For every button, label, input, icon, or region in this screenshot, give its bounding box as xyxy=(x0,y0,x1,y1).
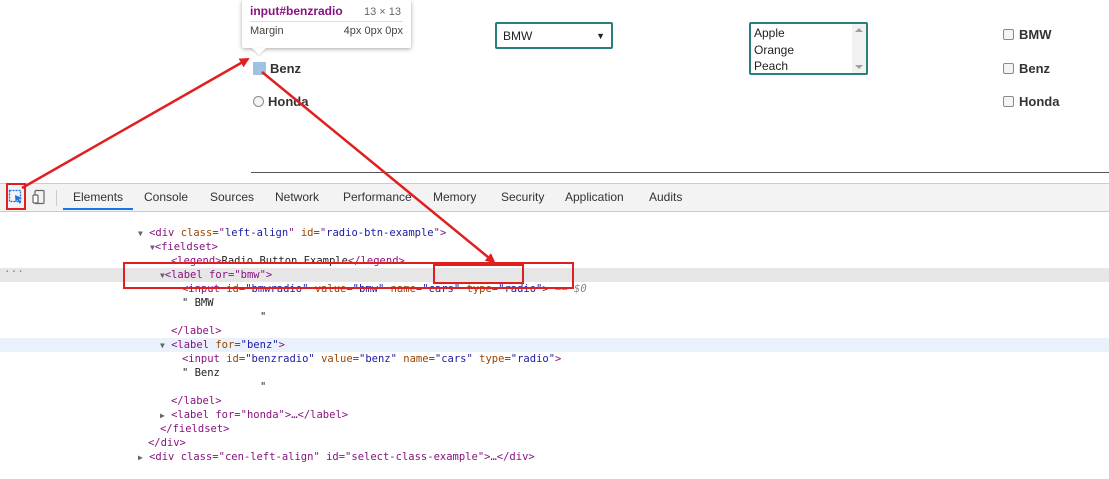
arrow-to-element xyxy=(21,57,250,190)
arrow-to-type-attr xyxy=(261,71,496,264)
expand-triangle-icon[interactable]: ▶ xyxy=(138,453,143,462)
annotation-arrows xyxy=(21,57,496,264)
